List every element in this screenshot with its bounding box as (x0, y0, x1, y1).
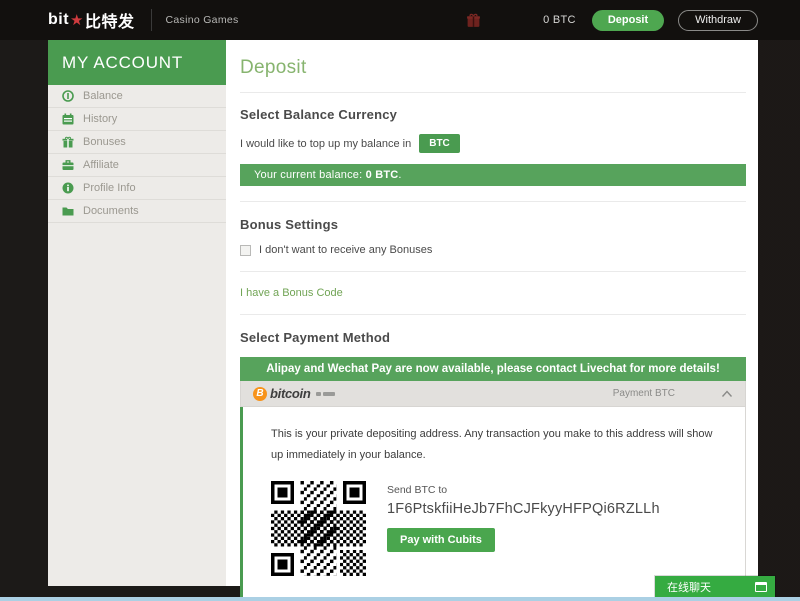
sidebar-item-affiliate[interactable]: Affiliate (48, 154, 226, 177)
heading-bonus-settings: Bonus Settings (240, 217, 746, 232)
payment-accordion-header[interactable]: B bitcoin Payment BTC (240, 381, 746, 407)
sidebar-item-bonuses[interactable]: Bonuses (48, 131, 226, 154)
deposit-description: This is your private depositing address.… (271, 424, 717, 467)
withdraw-button[interactable]: Withdraw (678, 10, 758, 31)
account-panel: MY ACCOUNT Balance History Bonuses Affil… (48, 40, 758, 586)
section-divider (240, 314, 746, 315)
currency-btc-button[interactable]: BTC (419, 134, 460, 153)
section-divider (240, 271, 746, 272)
sidebar-item-label: Bonuses (83, 136, 126, 148)
sidebar-item-balance[interactable]: Balance (48, 85, 226, 108)
sidebar-item-label: Affiliate (83, 159, 119, 171)
pay-with-cubits-button[interactable]: Pay with Cubits (387, 528, 495, 552)
nav-casino-games[interactable]: Casino Games (166, 14, 239, 26)
sidebar-item-label: Documents (83, 205, 139, 217)
no-bonuses-checkbox[interactable] (240, 245, 251, 256)
coin-icon (62, 90, 74, 102)
no-bonuses-label: I don't want to receive any Bonuses (259, 244, 432, 256)
deposit-button[interactable]: Deposit (592, 10, 664, 31)
account-balance: 0 BTC (543, 14, 576, 26)
bitcoin-logo: B bitcoin (253, 386, 335, 401)
qr-code (271, 481, 366, 576)
section-divider (240, 201, 746, 202)
sidebar-title: MY ACCOUNT (48, 40, 226, 85)
chat-window-icon (755, 582, 767, 592)
sidebar-item-profile-info[interactable]: Profile Info (48, 177, 226, 200)
bitcoin-logo-text: bitcoin (270, 386, 311, 401)
gift-icon (62, 136, 74, 148)
bitcoin-coin-icon: B (253, 387, 267, 401)
alipay-wechat-banner: Alipay and Wechat Pay are now available,… (240, 357, 746, 381)
bottom-scrollbar[interactable] (0, 597, 800, 601)
sidebar: MY ACCOUNT Balance History Bonuses Affil… (48, 40, 226, 586)
topup-text: I would like to top up my balance in (240, 138, 411, 150)
btc-address: 1F6PtskfiiHeJb7FhCJFkyyHFPQi6RZLLh (387, 501, 660, 517)
top-bar: bit★比特发 Casino Games 0 BTC Deposit Withd… (0, 0, 800, 40)
star-icon: ★ (70, 11, 84, 29)
info-icon (62, 182, 74, 194)
balance-bar-label: Your current balance: (254, 169, 366, 181)
payment-accordion-body: This is your private depositing address.… (240, 407, 746, 599)
site-logo[interactable]: bit★比特发 (48, 8, 135, 32)
current-balance-bar: Your current balance: 0 BTC. (240, 164, 746, 186)
balance-bar-value: 0 BTC (366, 169, 399, 181)
calendar-icon (62, 113, 74, 125)
main-content: Deposit Select Balance Currency I would … (226, 40, 758, 586)
heading-select-payment-method: Select Payment Method (240, 330, 746, 345)
sidebar-item-documents[interactable]: Documents (48, 200, 226, 223)
logo-text: bit (48, 11, 69, 29)
sidebar-item-label: History (83, 113, 117, 125)
logo-cn-text: 比特发 (85, 8, 135, 32)
balance-bar-suffix: . (398, 169, 401, 181)
folder-icon (62, 205, 74, 217)
chevron-up-icon[interactable] (721, 385, 733, 403)
provider-badge (316, 392, 335, 396)
payment-type-label: Payment BTC (613, 388, 675, 399)
livechat-button[interactable]: 在线聊天 (655, 576, 775, 597)
sidebar-item-label: Profile Info (83, 182, 136, 194)
heading-select-balance-currency: Select Balance Currency (240, 107, 746, 122)
sidebar-item-history[interactable]: History (48, 108, 226, 131)
briefcase-icon (62, 159, 74, 171)
livechat-label: 在线聊天 (667, 579, 711, 595)
send-btc-label: Send BTC to (387, 484, 660, 496)
promo-gift-icon[interactable] (466, 13, 481, 28)
topbar-divider (151, 9, 152, 31)
bonus-code-link[interactable]: I have a Bonus Code (240, 287, 746, 299)
page-title: Deposit (240, 50, 746, 93)
sidebar-item-label: Balance (83, 90, 123, 102)
